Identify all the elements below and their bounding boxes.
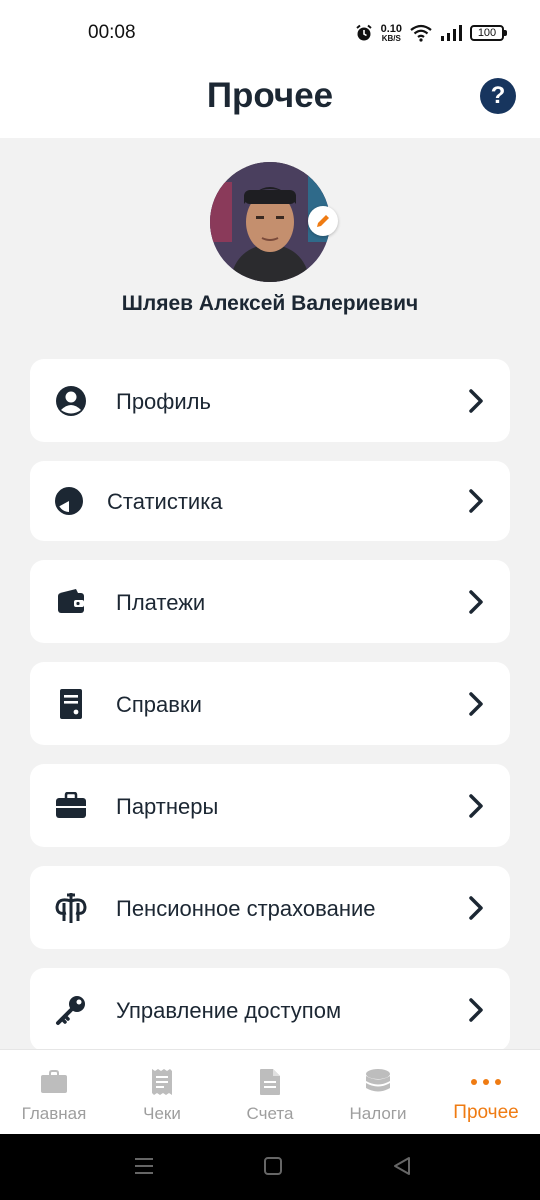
briefcase-icon — [40, 1068, 68, 1096]
key-icon — [52, 991, 90, 1029]
tab-home[interactable]: Главная — [0, 1050, 108, 1135]
page-title: Прочее — [206, 76, 334, 115]
status-bar: 00:08 0.10 KB/S 100 — [0, 0, 540, 64]
bottom-tab-bar: Главная Чеки Счета Налоги Прочее — [0, 1049, 540, 1134]
menu-item-pension-insurance[interactable]: Пенсионное страхование — [30, 866, 510, 949]
app-header: Прочее ? — [0, 64, 540, 138]
more-dots-icon — [470, 1068, 502, 1096]
status-time: 00:08 — [88, 22, 136, 43]
pension-fund-icon — [52, 889, 90, 927]
menu-item-partners[interactable]: Партнеры — [30, 764, 510, 847]
tab-invoices[interactable]: Счета — [216, 1050, 324, 1135]
tab-other[interactable]: Прочее — [432, 1050, 540, 1135]
tab-receipts[interactable]: Чеки — [108, 1050, 216, 1135]
receipt-icon — [151, 1068, 173, 1096]
chevron-right-icon — [469, 389, 483, 413]
menu-item-statistics[interactable]: Статистика — [30, 461, 510, 541]
edit-avatar-button[interactable] — [308, 206, 338, 236]
menu-item-profile[interactable]: Профиль — [30, 359, 510, 442]
menu-item-access-management[interactable]: Управление доступом — [30, 968, 510, 1051]
menu-item-label: Партнеры — [116, 794, 219, 819]
menu-item-label: Статистика — [107, 489, 223, 514]
signal-icon — [441, 25, 462, 41]
menu-item-label: Платежи — [116, 590, 206, 615]
chevron-right-icon — [469, 998, 483, 1022]
network-speed-value: 0.10 — [380, 22, 402, 35]
tab-label: Счета — [246, 1104, 294, 1123]
network-speed: 0.10 KB/S — [380, 22, 402, 43]
chevron-right-icon — [469, 692, 483, 716]
wallet-icon — [52, 583, 90, 621]
menu-item-certificates[interactable]: Справки — [30, 662, 510, 745]
tab-label: Главная — [21, 1104, 87, 1123]
menu-item-label: Профиль — [116, 389, 211, 414]
tab-label: Налоги — [349, 1104, 407, 1123]
document-icon — [52, 685, 90, 723]
menu-item-payments[interactable]: Платежи — [30, 560, 510, 643]
battery-indicator: 100 — [470, 25, 507, 41]
pie-chart-icon — [50, 482, 88, 520]
chevron-right-icon — [469, 489, 483, 513]
menu-icon[interactable] — [134, 1156, 154, 1176]
menu-item-label: Пенсионное страхование — [116, 896, 376, 921]
chevron-right-icon — [469, 896, 483, 920]
coins-icon — [364, 1068, 392, 1096]
tab-taxes[interactable]: Налоги — [324, 1050, 432, 1135]
status-icons: 0.10 KB/S 100 — [355, 20, 507, 46]
user-name: Шляев Алексей Валериевич — [121, 292, 419, 315]
account-circle-icon — [52, 382, 90, 420]
system-navigation-bar — [0, 1134, 540, 1200]
tab-label: Прочее — [453, 1102, 519, 1123]
alarm-icon — [355, 24, 372, 41]
briefcase-icon — [52, 787, 90, 825]
network-speed-unit: KB/S — [381, 33, 401, 43]
tab-label: Чеки — [143, 1104, 181, 1123]
chevron-right-icon — [469, 794, 483, 818]
back-icon[interactable] — [392, 1156, 412, 1176]
home-icon[interactable] — [263, 1156, 283, 1176]
invoice-icon — [259, 1068, 281, 1096]
chevron-right-icon — [469, 590, 483, 614]
menu-item-label: Управление доступом — [116, 998, 342, 1023]
wifi-icon — [410, 24, 432, 42]
menu-item-label: Справки — [116, 692, 202, 717]
help-button[interactable]: ? — [480, 78, 516, 114]
pencil-icon — [317, 215, 329, 227]
